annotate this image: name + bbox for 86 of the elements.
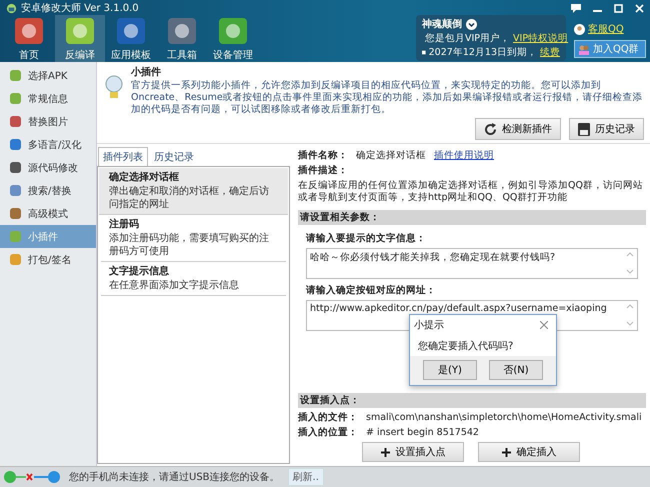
section-description: 官方提供一系列功能小插件，允许您添加到反编译项目的相应代码位置，来实现特定的功能。您可以添加到Oncreate、Resume或者按钮的点击事件里面来实现相应的功能，添加后如果编译报错或者运行报错，请仔细检查添加的代码是否有问题，可以试图移除或者修改后重新打包。	[131, 80, 644, 116]
section-heading: 请设置相关参数：	[298, 210, 646, 225]
toolbar-tab[interactable]: 工具箱	[157, 15, 207, 65]
plugin-description: 在反编译应用的任何位置添加确定选择对话框，例如引导添加QQ群，访问网站或者导航到支付页面等，支持http网址和QQ、QQ群打开功能	[298, 180, 644, 204]
field-label: 插件描述：	[298, 164, 348, 178]
scrollbar[interactable]	[626, 251, 634, 275]
item-icon	[9, 207, 22, 220]
refresh-icon	[484, 122, 497, 136]
field-label: 请输入要提示的文字信息：	[306, 232, 427, 245]
plugin-title: 文字提示信息	[109, 265, 170, 279]
help-link[interactable]: 插件使用说明	[434, 148, 494, 163]
toolbar-tab[interactable]: 设备管理	[208, 15, 258, 65]
app-icon	[14, 17, 44, 45]
user-name: 神魂颠倒	[422, 18, 462, 32]
vip-link[interactable]: VIP特权说明	[513, 32, 568, 45]
field-label: 请输入确定按钮对应的网址：	[306, 284, 437, 297]
support-link[interactable]: 客服QQ	[588, 22, 624, 36]
plugin-name: 确定选择对话框	[356, 149, 426, 163]
item-icon	[9, 253, 22, 266]
plugin-item[interactable]: 注册码 添加注册码功能，需要填写购买的注册码方可使用	[101, 215, 286, 262]
app-icon	[65, 17, 95, 45]
connection-drawing	[3, 470, 61, 484]
sidebar-item[interactable]: 高级模式	[0, 202, 96, 225]
plus-icon	[380, 448, 390, 456]
avatar-icon	[574, 24, 585, 34]
vip-status: 您是包月VIP用户，	[425, 32, 510, 45]
field-label: 插入的位置：	[298, 426, 358, 440]
app-icon	[116, 17, 146, 45]
item-icon	[9, 161, 22, 174]
sidebar-item[interactable]: 替换图片	[0, 110, 96, 133]
status-message: 您的手机尚未连接，请通过USB连接您的设备。	[69, 470, 280, 484]
dropdown-icon[interactable]	[466, 18, 477, 30]
action-button[interactable]: 历史记录	[569, 118, 644, 140]
plus-icon	[502, 448, 510, 456]
plugin-description: 添加注册码功能，需要填写购买的注册码方可使用	[109, 232, 270, 258]
item-icon	[9, 69, 22, 82]
dialog-button[interactable]: 是(Y)	[423, 360, 477, 380]
dialog-message: 您确定要插入代码吗?	[417, 340, 514, 354]
plugin-title: 注册码	[109, 218, 140, 232]
toolbar-tab[interactable]: 首页	[4, 15, 54, 65]
refresh-button[interactable]: 刷新..	[288, 468, 324, 486]
plugin-title: 确定选择对话框	[109, 171, 180, 185]
dialog-title: 小提示	[414, 318, 444, 332]
tab[interactable]: 插件列表	[98, 147, 148, 166]
item-icon	[9, 138, 22, 151]
floppy-icon	[578, 122, 590, 136]
plugin-description: 弹出确定和取消的对话框，确定后访问指定的网址	[109, 185, 270, 211]
dialog-button[interactable]: 否(N)	[489, 360, 543, 380]
sidebar-item[interactable]: 多语言/汉化	[0, 133, 96, 156]
toolbar-tab[interactable]: 反编译	[55, 15, 105, 65]
app-icon	[167, 17, 197, 45]
item-icon	[9, 184, 22, 197]
text-area[interactable]: 哈哈～你必须付钱才能关掉我，您确定现在就要付钱吗?	[306, 248, 638, 279]
plugin-item[interactable]: 确定选择对话框 弹出确定和取消的对话框，确定后访问指定的网址	[99, 168, 288, 215]
item-icon	[9, 92, 22, 105]
plugin-description: 在任意界面添加文字提示信息	[109, 279, 240, 292]
tab[interactable]: 历史记录	[149, 147, 199, 166]
section-title: 小插件	[131, 66, 162, 79]
action-button[interactable]: 检测新插件	[475, 118, 561, 140]
field-label: 插件名称：	[298, 149, 348, 163]
close-icon[interactable]	[540, 321, 548, 329]
renew-link[interactable]: 续费	[540, 46, 560, 59]
insert-position: # insert begin 8517542	[366, 426, 479, 440]
sidebar-item[interactable]: 常规信息	[0, 87, 96, 110]
sidebar-item[interactable]: 选择APK	[0, 64, 96, 87]
message-icon[interactable]	[571, 4, 581, 12]
toolbar-tab[interactable]: 应用模板	[106, 15, 156, 65]
field-label: 插入的文件：	[298, 410, 358, 425]
insert-button[interactable]: 设置插入点	[362, 442, 464, 462]
app-icon	[218, 17, 248, 45]
lightbulb-icon	[105, 75, 123, 99]
sidebar-item[interactable]: 搜索/替换	[0, 179, 96, 202]
bullet-icon	[422, 50, 426, 55]
item-icon	[9, 115, 22, 128]
sidebar-item[interactable]: 源代码修改	[0, 156, 96, 179]
plugin-item[interactable]: 文字提示信息 在任意界面添加文字提示信息	[101, 262, 286, 296]
insert-button[interactable]: 确定插入	[478, 442, 580, 462]
window-title: 安卓修改大师 Ver 3.1.0.0	[21, 2, 139, 15]
expiry-date: 2027年12月13日到期，	[428, 46, 537, 59]
section-heading: 设置插入点：	[298, 393, 646, 408]
sidebar-item[interactable]: 打包/签名	[0, 248, 96, 271]
maximize-icon[interactable]	[614, 4, 623, 12]
file-path: smali\com\nanshan\simpletorch\home\HomeActivity.smali	[366, 411, 642, 425]
join-group-button[interactable]: 加入QQ群	[574, 40, 646, 58]
scrollbar[interactable]	[626, 303, 634, 327]
item-icon	[9, 230, 22, 243]
